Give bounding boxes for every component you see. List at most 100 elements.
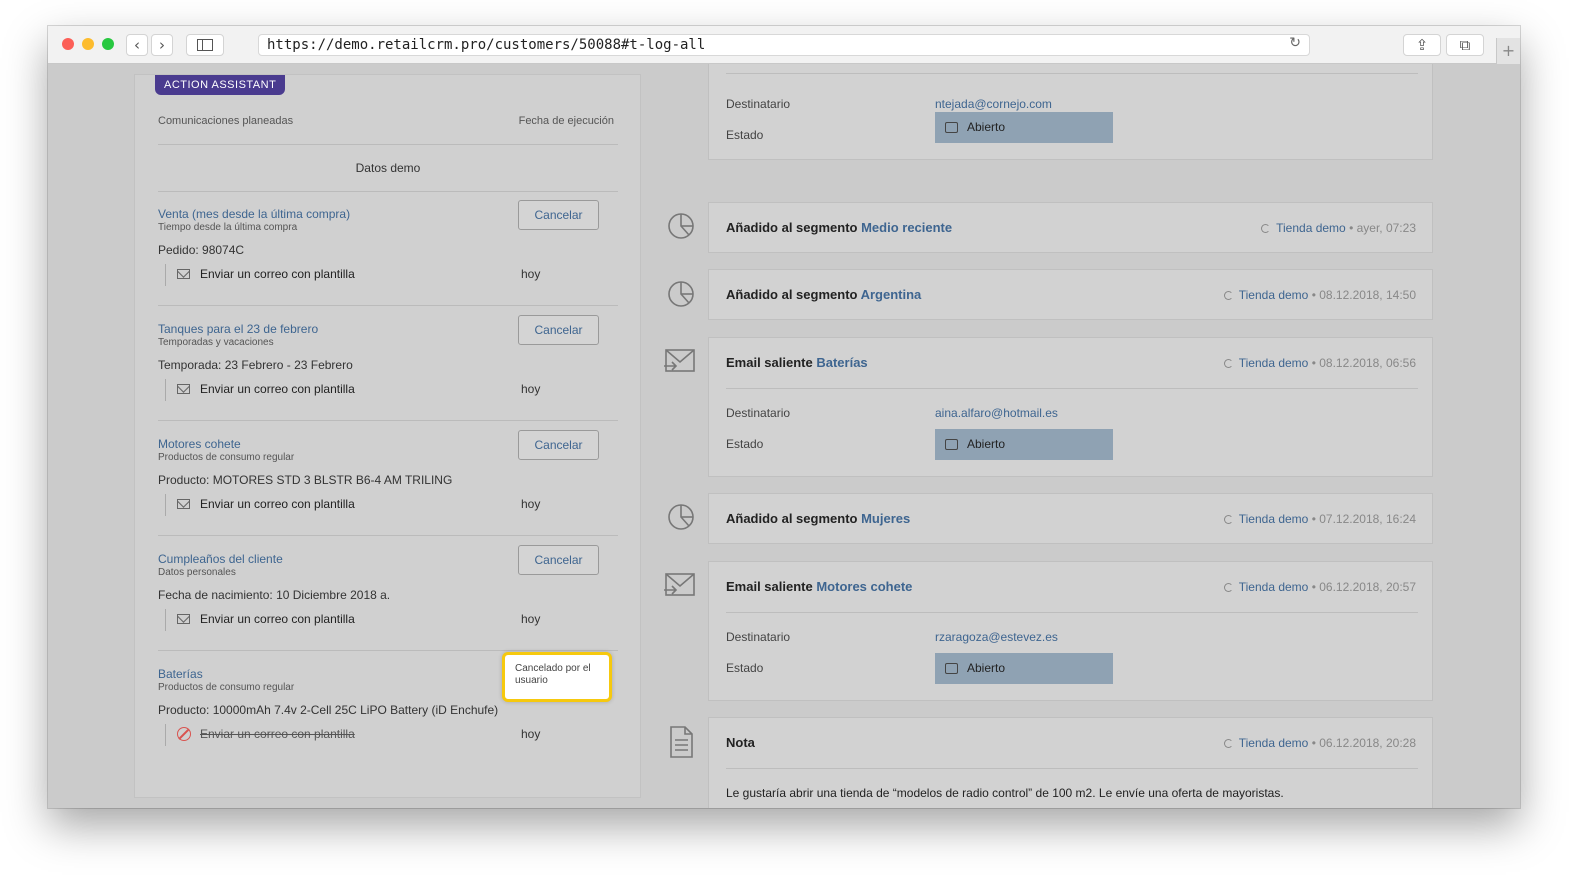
communication-detail: Producto: MOTORES STD 3 BLSTR B6-4 AM TR… — [158, 473, 453, 487]
tab-overview-button[interactable]: ⧉ — [1446, 34, 1484, 56]
event-meta: Tienda demo • 06.12.2018, 20:57 — [1223, 580, 1416, 594]
communication-detail: Temporada: 23 Febrero - 23 Febrero — [158, 358, 353, 372]
minimize-window-button[interactable] — [82, 38, 94, 50]
chevron-right-icon: › — [159, 36, 165, 54]
shop-link[interactable]: Tienda demo — [1239, 736, 1309, 750]
outgoing-email-icon — [664, 573, 695, 596]
shop-icon — [1223, 739, 1233, 748]
scheduled-action: Enviar un correo con plantilla hoy — [165, 494, 605, 516]
zoom-window-button[interactable] — [102, 38, 114, 50]
cancel-button[interactable]: Cancelar — [518, 430, 599, 460]
action-label: Enviar un correo con plantilla — [200, 382, 355, 396]
shop-icon — [1223, 583, 1233, 592]
communication-type: Temporadas y vacaciones — [158, 337, 274, 348]
shop-link[interactable]: Tienda demo — [1239, 356, 1309, 370]
email-template-link[interactable]: Baterías — [816, 355, 867, 370]
communication-type: Tiempo desde la última compra — [158, 222, 298, 233]
segment-pie-icon — [668, 504, 694, 530]
recipient-label: Destinatario — [726, 406, 791, 420]
chevron-left-icon: ‹ — [134, 36, 140, 54]
shop-link[interactable]: Tienda demo — [1239, 512, 1309, 526]
event-title: Añadido al segmento Medio reciente — [726, 220, 952, 235]
event-type: Añadido al segmento — [726, 220, 858, 235]
event-title: Añadido al segmento Argentina — [726, 287, 921, 302]
scheduled-action: Enviar un correo con plantilla hoy — [165, 724, 605, 746]
url-text: https://demo.retailcrm.pro/customers/500… — [267, 37, 706, 53]
shop-icon — [1223, 515, 1233, 524]
envelope-open-icon — [945, 122, 958, 133]
segment-pie-icon — [668, 213, 694, 239]
back-button[interactable]: ‹ — [126, 34, 148, 56]
communication-type: Datos personales — [158, 567, 236, 578]
state-label: Estado — [726, 661, 764, 675]
address-bar[interactable]: https://demo.retailcrm.pro/customers/500… — [258, 34, 1310, 56]
sidebar-toggle-button[interactable] — [186, 34, 224, 56]
divider — [158, 650, 618, 651]
email-template-link[interactable]: Motores cohete — [816, 579, 912, 594]
shop-icon — [1261, 224, 1271, 233]
timeline-card: Email saliente Motores cohete Tienda dem… — [708, 561, 1433, 701]
share-button[interactable]: ⇪ — [1403, 34, 1441, 56]
planned-communications-heading: Comunicaciones planeadas — [158, 115, 294, 127]
cancelled-status-badge: Cancelado por el usuario — [502, 652, 612, 702]
tabs-icon: ⧉ — [1459, 36, 1471, 54]
note-text: Le gustaría abrir una tienda de “modelos… — [726, 786, 1284, 800]
scheduled-action: Enviar un correo con plantilla hoy — [165, 609, 605, 631]
action-date: hoy — [521, 727, 541, 741]
close-window-button[interactable] — [62, 38, 74, 50]
card-divider — [726, 388, 1418, 389]
cancel-button[interactable]: Cancelar — [518, 200, 599, 230]
communication-title-link[interactable]: Tanques para el 23 de febrero — [158, 322, 318, 336]
scheduled-action: Enviar un correo con plantilla hoy — [165, 379, 605, 401]
recipient-email-link[interactable]: ntejada@cornejo.com — [935, 97, 1052, 111]
communication-title-link[interactable]: Baterías — [158, 667, 203, 681]
communication-title-link[interactable]: Cumpleaños del cliente — [158, 552, 283, 566]
cancelled-icon — [177, 727, 191, 741]
timeline-card: Email saliente Baterías Tienda demo • 08… — [708, 337, 1433, 477]
communication-title-link[interactable]: Motores cohete — [158, 437, 241, 451]
browser-window: ‹ › https://demo.retailcrm.pro/customers… — [48, 26, 1520, 808]
card-divider — [726, 73, 1418, 74]
envelope-icon — [177, 614, 190, 624]
shop-link[interactable]: Tienda demo — [1239, 580, 1309, 594]
action-date: hoy — [521, 267, 541, 281]
status-text: Abierto — [967, 437, 1006, 451]
action-label: Enviar un correo con plantilla — [200, 267, 355, 281]
event-title: Email saliente Motores cohete — [726, 579, 912, 594]
segment-link[interactable]: Argentina — [861, 287, 922, 302]
event-time: • 06.12.2018, 20:28 — [1311, 736, 1416, 750]
event-type: Email saliente — [726, 579, 813, 594]
shop-link[interactable]: Tienda demo — [1276, 221, 1346, 235]
cancel-button[interactable]: Cancelar — [518, 315, 599, 345]
action-date: hoy — [521, 497, 541, 511]
state-label: Estado — [726, 128, 764, 142]
envelope-icon — [177, 499, 190, 509]
event-meta: Tienda demo • 08.12.2018, 06:56 — [1223, 356, 1416, 370]
segment-link[interactable]: Mujeres — [861, 511, 910, 526]
sidebar-icon — [197, 39, 213, 51]
shop-link[interactable]: Tienda demo — [1239, 288, 1309, 302]
action-label: Enviar un correo con plantilla — [200, 612, 355, 626]
envelope-open-icon — [945, 663, 958, 674]
timeline-card: Añadido al segmento Medio reciente Tiend… — [708, 202, 1433, 253]
segment-link[interactable]: Medio reciente — [861, 220, 952, 235]
envelope-icon — [177, 384, 190, 394]
email-status-badge: Abierto — [935, 429, 1113, 460]
envelope-icon — [177, 269, 190, 279]
forward-button[interactable]: › — [151, 34, 173, 56]
shop-icon — [1223, 359, 1233, 368]
event-meta: Tienda demo • ayer, 07:23 — [1261, 221, 1416, 235]
recipient-email-link[interactable]: rzaragoza@estevez.es — [935, 630, 1058, 644]
communication-title-link[interactable]: Venta (mes desde la última compra) — [158, 207, 350, 221]
recipient-email-link[interactable]: aina.alfaro@hotmail.es — [935, 406, 1058, 420]
event-time: • 08.12.2018, 14:50 — [1311, 288, 1416, 302]
status-text: Abierto — [967, 661, 1006, 675]
cancel-button[interactable]: Cancelar — [518, 545, 599, 575]
reload-icon[interactable]: ↻ — [1289, 35, 1301, 51]
execution-date-heading: Fecha de ejecución — [518, 115, 614, 127]
new-tab-button[interactable]: + — [1496, 38, 1520, 64]
divider — [158, 144, 618, 145]
communication-type: Productos de consumo regular — [158, 682, 295, 693]
event-type: Nota — [726, 735, 755, 750]
event-meta: Tienda demo • 07.12.2018, 16:24 — [1223, 512, 1416, 526]
